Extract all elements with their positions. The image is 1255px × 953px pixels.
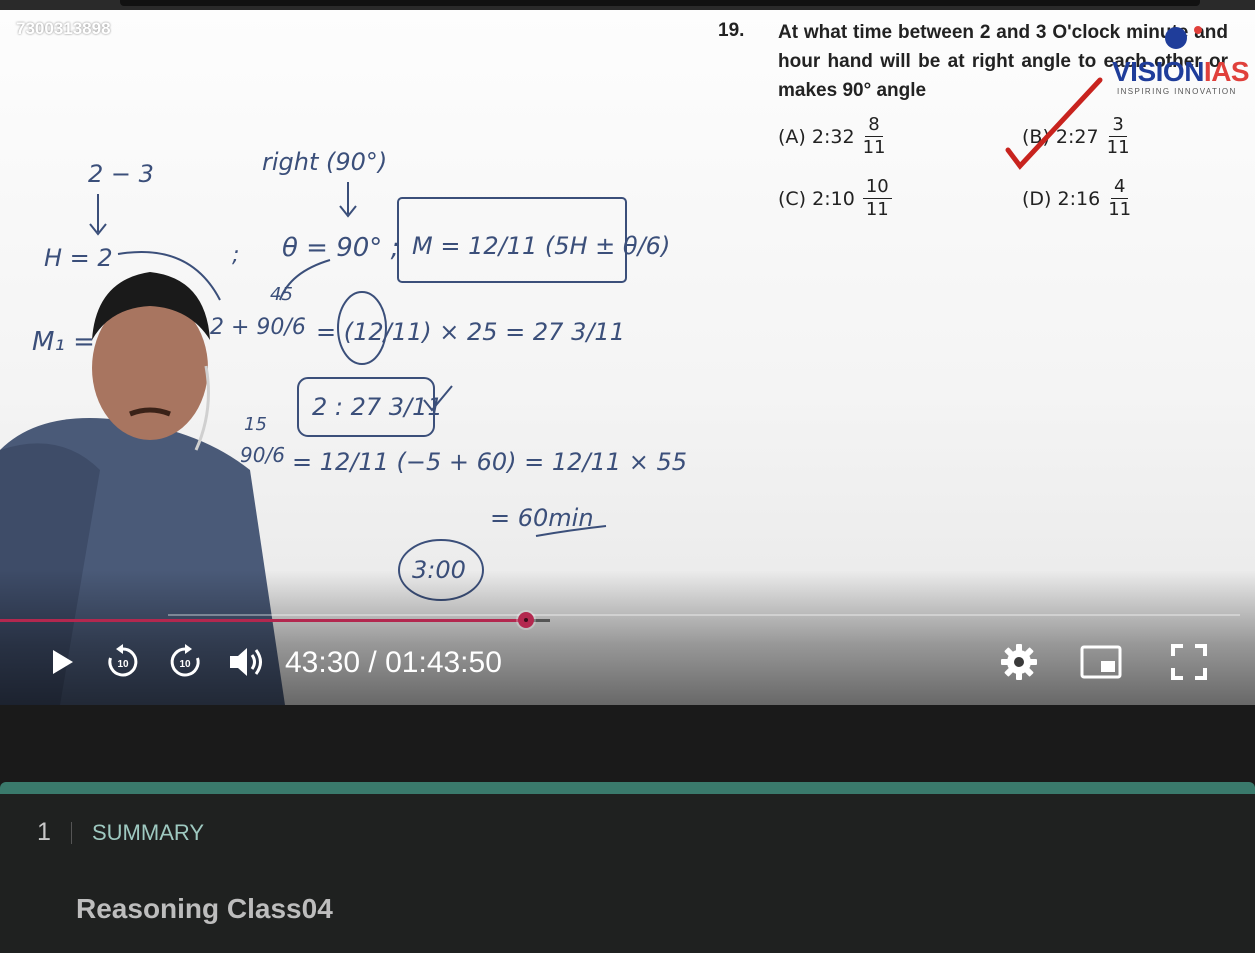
forward-10-button[interactable]: 10 bbox=[166, 642, 204, 682]
controls-gradient bbox=[0, 570, 1255, 705]
buffer-track bbox=[168, 614, 1240, 616]
top-strip bbox=[0, 0, 1255, 10]
arrow-down-2 bbox=[339, 182, 357, 218]
lesson-panel bbox=[0, 794, 1255, 953]
gear-icon bbox=[1001, 644, 1037, 680]
time-display: 43:30 / 01:43:50 bbox=[285, 644, 502, 682]
settings-button[interactable] bbox=[998, 642, 1040, 682]
progress-played bbox=[0, 619, 526, 622]
picture-in-picture-button[interactable] bbox=[1078, 642, 1124, 682]
forward-10-icon: 10 bbox=[170, 644, 200, 677]
fullscreen-icon bbox=[1171, 644, 1207, 680]
panel-accent-line bbox=[0, 782, 1255, 794]
board-line-60min: = 60min bbox=[490, 504, 594, 532]
lesson-title: Reasoning Class04 bbox=[76, 893, 333, 924]
picture-in-picture-icon bbox=[1080, 645, 1122, 679]
rewind-10-button[interactable]: 10 bbox=[104, 642, 142, 682]
top-strip-bar bbox=[120, 0, 1200, 6]
progress-scrubber-handle[interactable] bbox=[518, 612, 534, 628]
board-line-answer: 2 : 27 3/11 bbox=[312, 393, 443, 421]
current-time: 43:30 bbox=[285, 646, 361, 679]
time-separator: / bbox=[368, 646, 377, 679]
board-line-step2: = (12/11) × 25 = 27 3/11 bbox=[316, 318, 625, 346]
play-icon bbox=[53, 650, 73, 674]
board-line-step4: = 12/11 (−5 + 60) = 12/11 × 55 bbox=[292, 448, 687, 476]
fullscreen-button[interactable] bbox=[1168, 642, 1210, 682]
chapter-separator bbox=[71, 822, 72, 844]
rewind-10-icon: 10 bbox=[108, 644, 138, 677]
duration: 01:43:50 bbox=[385, 646, 502, 679]
volume-button[interactable] bbox=[226, 642, 266, 682]
correct-tick-mark bbox=[1005, 77, 1103, 170]
board-line-formula: M = 12/11 (5H ± θ/6) bbox=[412, 232, 670, 260]
chapter-number: 1 bbox=[37, 818, 51, 846]
video-player[interactable]: 7300313898 19. At what time between 2 an… bbox=[0, 10, 1255, 705]
forward-10-label: 10 bbox=[179, 659, 191, 670]
volume-icon bbox=[230, 648, 262, 676]
rewind-10-label: 10 bbox=[117, 659, 129, 670]
play-button[interactable] bbox=[46, 642, 80, 682]
tab-summary[interactable]: SUMMARY bbox=[92, 820, 204, 846]
